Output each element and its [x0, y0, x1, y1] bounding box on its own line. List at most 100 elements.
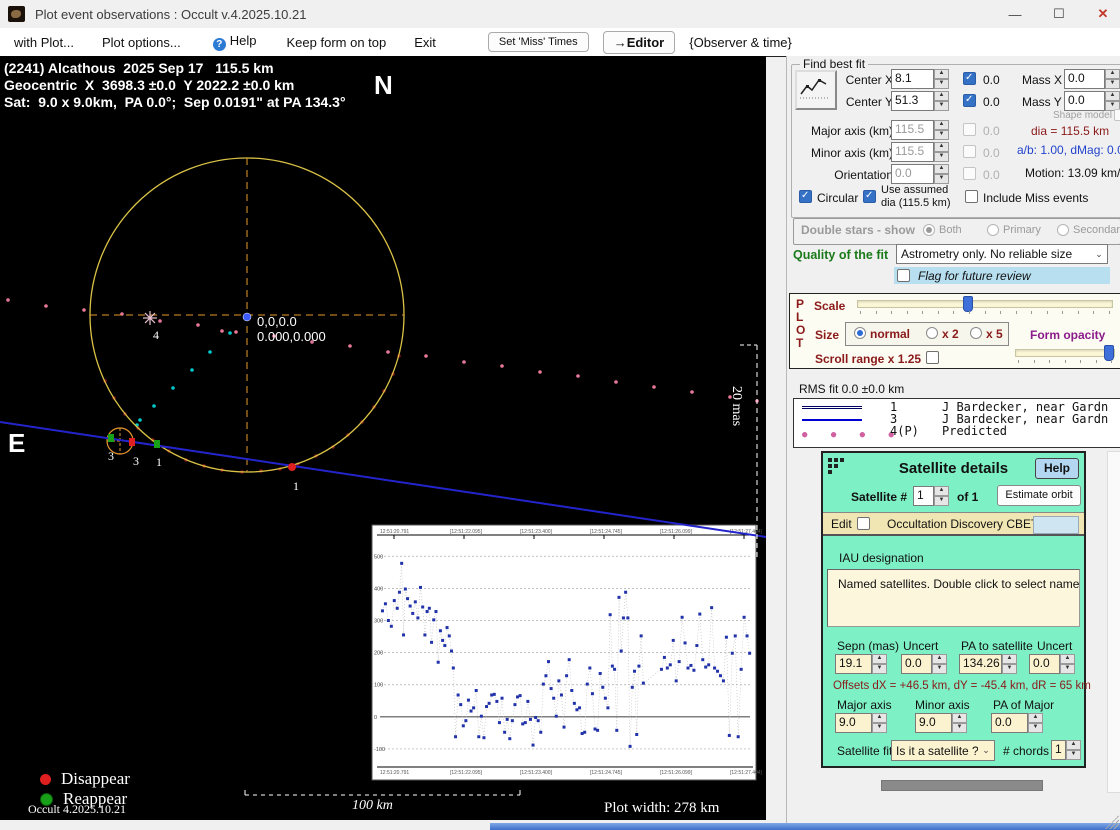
major-axis-spinner[interactable]: 115.5▲▼	[891, 120, 949, 140]
lightcurve-point	[565, 674, 568, 677]
uncert1-spinner[interactable]: 0.0▲▼	[901, 654, 947, 674]
use-assumed-label-2: dia (115.5 km)	[881, 197, 951, 209]
observations-listbox[interactable]: 1 J Bardecker, near Gardn 3 J Bardecker,…	[793, 398, 1120, 448]
flag-review-checkbox[interactable]	[897, 269, 910, 282]
menu-keep-on-top[interactable]: Keep form on top	[287, 35, 387, 50]
taskbar-sliver	[490, 823, 1120, 830]
satellite-details-panel: Satellite details Help Satellite # 1▲▼ o…	[821, 451, 1086, 768]
mass-y-spinner[interactable]: 0.0▲▼	[1064, 91, 1120, 111]
lightcurve-point	[448, 634, 451, 637]
lightcurve-point	[532, 744, 535, 747]
sepn-spinner[interactable]: 19.1▲▼	[835, 654, 887, 674]
menu-with-plot[interactable]: with Plot...	[14, 35, 74, 50]
lightcurve-point	[560, 693, 563, 696]
lightcurve-point	[393, 599, 396, 602]
sat-major-spinner[interactable]: 9.0▲▼	[835, 713, 887, 733]
menu-help[interactable]: ?Help	[213, 33, 257, 51]
vertical-scrollbar-track[interactable]	[1107, 451, 1120, 793]
sat-pamajor-spinner[interactable]: 0.0▲▼	[991, 713, 1043, 733]
lightcurve-point	[493, 693, 496, 696]
offsets-text: Offsets dX = +46.5 km, dY = -45.4 km, dR…	[833, 680, 1091, 692]
pa-satellite-spinner[interactable]: 134.26▲▼	[959, 654, 1017, 674]
minimize-button[interactable]: —	[1006, 7, 1024, 22]
lightcurve-point	[402, 633, 405, 636]
shape-model-checkbox[interactable]	[1114, 109, 1120, 121]
circular-checkbox[interactable]	[799, 190, 812, 203]
size-x2-radio[interactable]	[926, 327, 938, 339]
orientation-spinner[interactable]: 0.0▲▼	[891, 164, 949, 184]
size-x5-radio[interactable]	[970, 327, 982, 339]
lightcurve-point	[498, 721, 501, 724]
flag-review-row: Flag for future review	[894, 267, 1110, 284]
mass-x-spinner[interactable]: 0.0▲▼	[1064, 69, 1120, 89]
edit-checkbox[interactable]	[857, 517, 870, 530]
size-normal-radio[interactable]	[854, 327, 866, 339]
orientation-unc-checkbox[interactable]	[963, 167, 976, 180]
named-satellites-listbox[interactable]: Named satellites. Double click to select…	[827, 569, 1080, 627]
side-panel: Find best fit Center X 8.1▲▼ 0.0 Mass X …	[786, 56, 1120, 830]
lightcurve-point	[482, 736, 485, 739]
inset-time-label: [12:51:24.745]	[590, 770, 623, 776]
primary-radio[interactable]	[987, 224, 999, 236]
center-x-spinner[interactable]: 8.1▲▼	[891, 69, 949, 89]
satellite-num-spinner[interactable]: 1▲▼	[913, 486, 949, 506]
lightcurve-point	[609, 613, 612, 616]
set-miss-times-button[interactable]: Set 'Miss' Times	[488, 32, 589, 52]
cbet-field[interactable]	[1033, 516, 1079, 534]
uncert1-label: Uncert	[903, 639, 938, 653]
lightcurve-point	[550, 687, 553, 690]
both-radio[interactable]	[923, 224, 935, 236]
lightcurve-point	[613, 668, 616, 671]
plot-area[interactable]: 5004003002001000-10012:51:20.79112:51:20…	[0, 56, 766, 820]
lightcurve-point	[411, 612, 414, 615]
center-y-unc-checkbox[interactable]	[963, 94, 976, 107]
lightcurve-point	[633, 670, 636, 673]
lightcurve-point	[454, 735, 457, 738]
lightcurve-point	[524, 721, 527, 724]
secondary-radio[interactable]	[1057, 224, 1069, 236]
resize-grip-icon[interactable]	[1105, 815, 1119, 829]
center-y-spinner[interactable]: 51.3▲▼	[891, 91, 949, 111]
major-unc-checkbox[interactable]	[963, 123, 976, 136]
plot-header-2: Geocentric X 3698.3 ±0.0 Y 2022.2 ±0.0 k…	[4, 77, 294, 93]
opacity-slider-thumb[interactable]	[1104, 345, 1114, 361]
event-marker	[154, 440, 160, 448]
scroll-range-checkbox[interactable]	[926, 351, 939, 364]
editor-button[interactable]: →Editor	[603, 31, 676, 54]
minor-axis-spinner[interactable]: 115.5▲▼	[891, 142, 949, 162]
use-assumed-checkbox[interactable]	[863, 190, 876, 203]
mass-y-label: Mass Y	[1022, 95, 1062, 109]
satellite-fit-combobox[interactable]: Is it a satellite ?⌄	[891, 740, 995, 761]
lightcurve-point	[622, 616, 625, 619]
track-dot	[228, 331, 232, 335]
scale-bar-label: 100 km	[352, 798, 393, 814]
help-button[interactable]: Help	[1035, 458, 1079, 479]
estimate-orbit-button[interactable]: Estimate orbit	[997, 485, 1081, 506]
lightcurve-point	[748, 652, 751, 655]
opacity-slider-track[interactable]	[1015, 349, 1115, 357]
inset-y-tick-label: 0	[374, 715, 377, 721]
scale-slider-track[interactable]	[857, 300, 1113, 308]
maximize-button[interactable]: ☐	[1050, 6, 1068, 22]
include-miss-checkbox[interactable]	[965, 190, 978, 203]
lightcurve-point	[495, 700, 498, 703]
sat-minor-spinner[interactable]: 9.0▲▼	[915, 713, 967, 733]
lightcurve-point	[578, 706, 581, 709]
center-x-unc-checkbox[interactable]	[963, 72, 976, 85]
scale-slider-thumb[interactable]	[963, 296, 973, 312]
menu-plot-options[interactable]: Plot options...	[102, 35, 181, 50]
close-button[interactable]: ✕	[1094, 6, 1112, 22]
plot-letter-l: L	[796, 310, 803, 324]
orientation-label: Orientation	[801, 168, 893, 182]
lightcurve-point	[731, 652, 734, 655]
named-satellites-text: Named satellites. Double click to select…	[838, 577, 1079, 591]
quality-combobox[interactable]: Astrometry only. No reliable size⌄	[896, 244, 1108, 264]
horizontal-scrollbar-thumb[interactable]	[881, 780, 1043, 791]
menu-exit[interactable]: Exit	[414, 35, 436, 50]
minor-unc-checkbox[interactable]	[963, 145, 976, 158]
lightcurve-point	[390, 625, 393, 628]
uncert2-spinner[interactable]: 0.0▲▼	[1029, 654, 1075, 674]
lightcurve-point	[713, 667, 716, 670]
chords-spinner[interactable]: 1▲▼	[1051, 740, 1081, 760]
sat-pamajor-label: PA of Major	[993, 698, 1054, 712]
